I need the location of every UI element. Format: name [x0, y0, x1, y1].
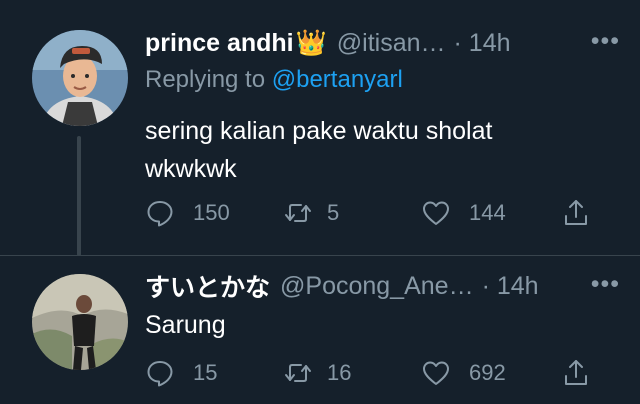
like-count: 692	[469, 360, 506, 385]
more-options-icon[interactable]: •••	[591, 270, 620, 299]
reply-icon	[147, 361, 173, 387]
avatar[interactable]	[32, 30, 128, 126]
retweet-count: 16	[327, 360, 352, 385]
tweet-actions: 150 5 144	[145, 195, 595, 231]
user-handle[interactable]: @Pocong_Ane…	[280, 272, 474, 301]
display-name[interactable]: すいとかな	[145, 268, 270, 304]
share-button[interactable]	[561, 198, 591, 228]
tweet-header: prince andhi 👑 @itisan… · 14h •••	[145, 27, 620, 59]
heart-icon	[423, 201, 449, 225]
mention-link[interactable]: @bertanyarl	[272, 66, 403, 93]
retweet-count: 5	[327, 200, 340, 225]
reply-icon	[147, 201, 173, 227]
share-icon	[565, 360, 587, 385]
timestamp[interactable]: · 14h	[482, 272, 539, 301]
share-icon	[565, 200, 587, 225]
reply-button[interactable]: 15	[145, 358, 217, 388]
tweet-header: すいとかな @Pocong_Ane… · 14h •••	[145, 270, 620, 302]
timestamp[interactable]: · 14h	[454, 29, 511, 58]
retweet-button[interactable]: 5	[283, 198, 339, 228]
tweet-text: Sarung	[145, 306, 226, 344]
tweet-text-line: Sarung	[145, 311, 226, 339]
tweet[interactable]: prince andhi 👑 @itisan… · 14h ••• Replyi…	[0, 0, 640, 256]
like-count: 144	[469, 200, 506, 225]
tweet-text: sering kalian pake waktu sholat wkwkwk	[145, 112, 585, 188]
more-options-icon[interactable]: •••	[591, 27, 620, 56]
avatar[interactable]	[32, 274, 128, 370]
share-button[interactable]	[561, 358, 591, 388]
tweet-text-line: sering kalian pake waktu sholat	[145, 117, 493, 145]
heart-icon	[423, 361, 449, 385]
reply-count: 150	[193, 200, 230, 225]
tweet[interactable]: すいとかな @Pocong_Ane… · 14h ••• Sarung 15 1…	[0, 256, 640, 404]
retweet-icon	[285, 364, 311, 382]
user-handle[interactable]: @itisan…	[337, 29, 446, 58]
replying-to-label: Replying to	[145, 66, 272, 93]
thread-line	[77, 136, 81, 256]
retweet-icon	[285, 204, 311, 222]
replying-to: Replying to @bertanyarl	[145, 66, 403, 94]
crown-emoji: 👑	[295, 28, 327, 57]
tweet-actions: 15 16 692	[145, 355, 595, 391]
reply-count: 15	[193, 360, 218, 385]
display-name[interactable]: prince andhi	[145, 29, 294, 58]
reply-button[interactable]: 150	[145, 198, 230, 228]
retweet-button[interactable]: 16	[283, 358, 351, 388]
tweet-text-line: wkwkwk	[145, 155, 237, 183]
like-button[interactable]: 144	[421, 198, 506, 228]
like-button[interactable]: 692	[421, 358, 506, 388]
